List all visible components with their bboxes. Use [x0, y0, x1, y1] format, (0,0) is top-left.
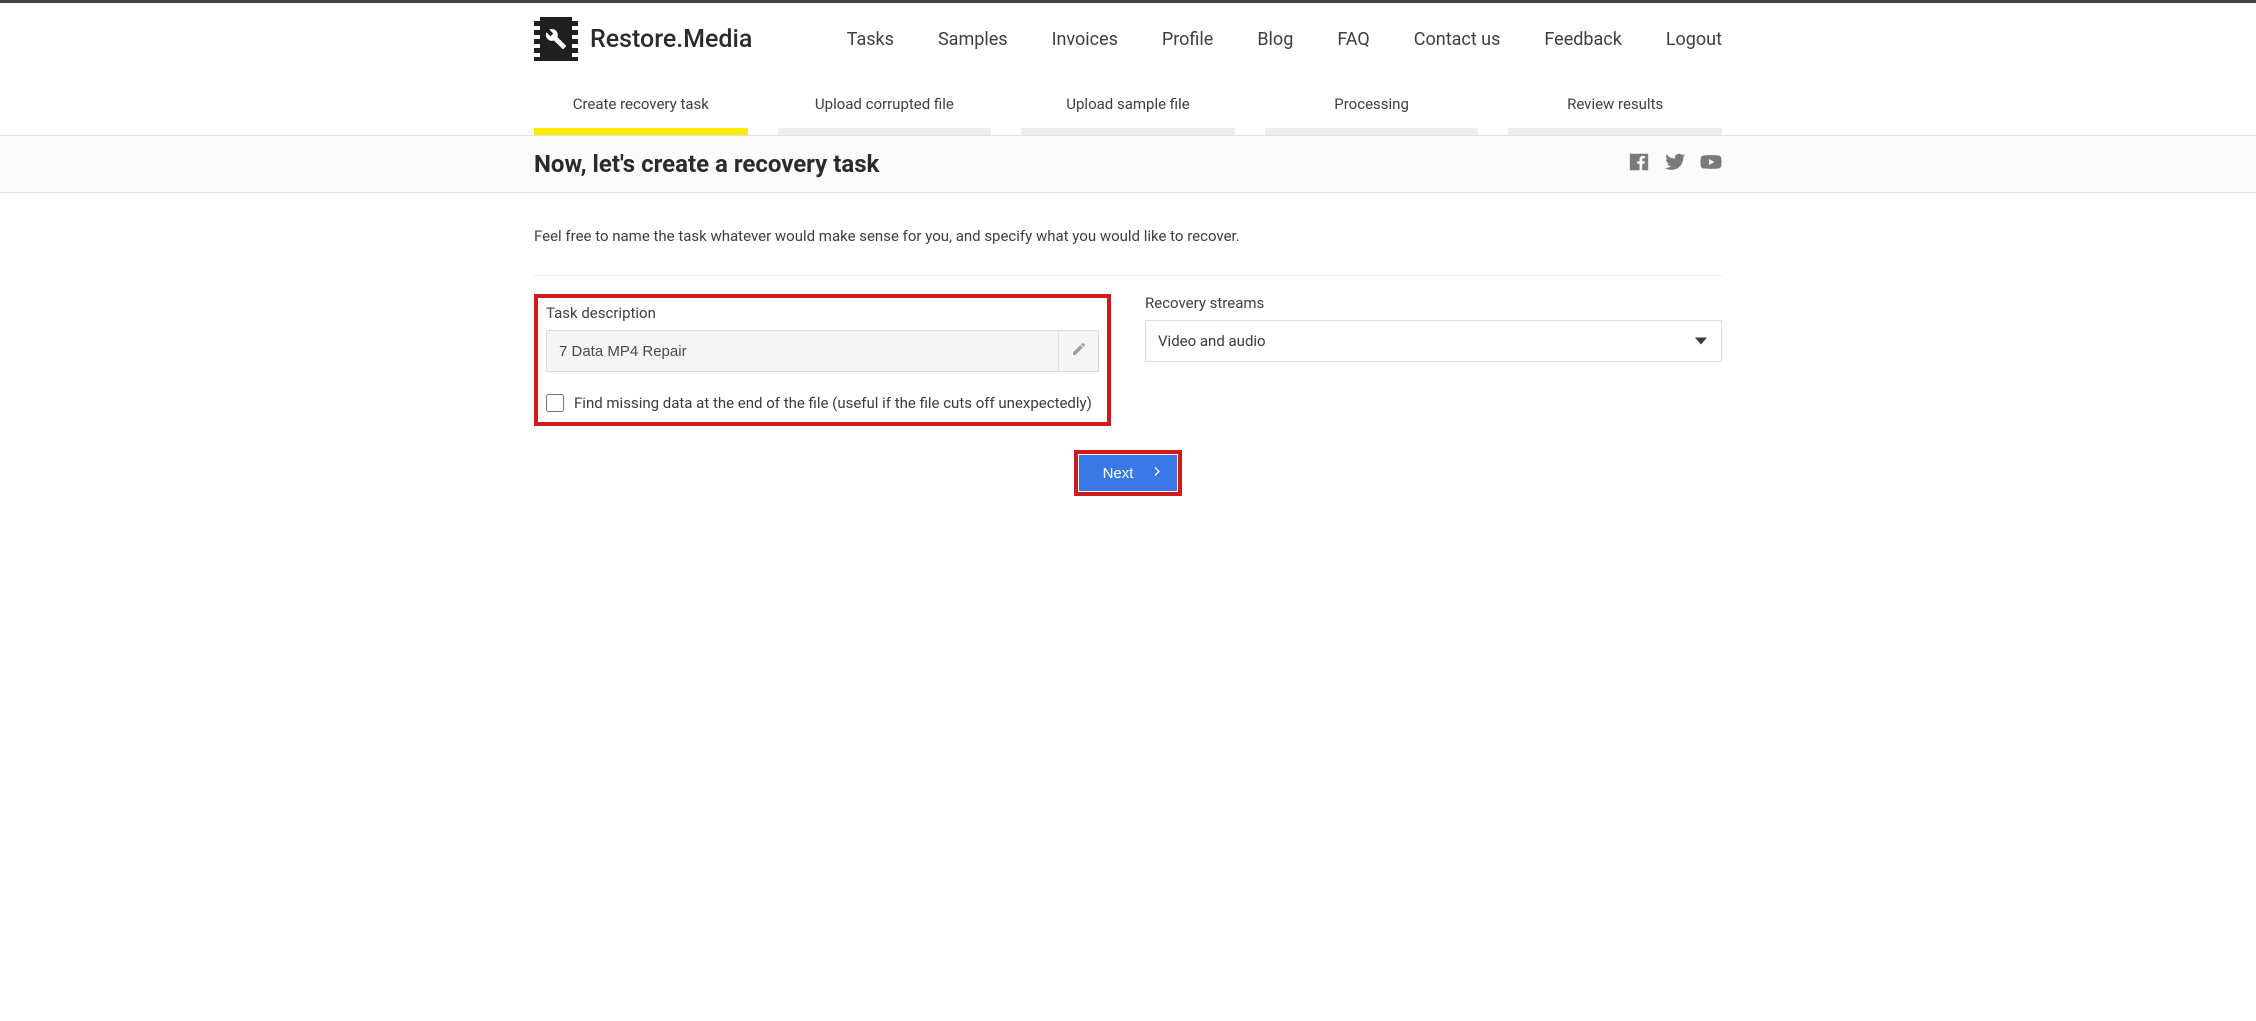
- header: Restore.Media Tasks Samples Invoices Pro…: [534, 3, 1722, 71]
- logo-icon: [534, 17, 578, 61]
- facebook-icon[interactable]: [1628, 151, 1650, 177]
- form-row: Task description Find missing data at th…: [534, 294, 1722, 426]
- youtube-icon[interactable]: [1700, 151, 1722, 177]
- nav-feedback[interactable]: Feedback: [1544, 29, 1621, 50]
- step-upload-sample-file[interactable]: Upload sample file: [1021, 95, 1235, 135]
- recovery-streams-label: Recovery streams: [1145, 294, 1722, 312]
- task-description-highlight: Task description Find missing data at th…: [534, 294, 1111, 426]
- recovery-streams-value: Video and audio: [1158, 332, 1266, 350]
- wizard-steps: Create recovery task Upload corrupted fi…: [534, 71, 1722, 135]
- chevron-right-icon: [1151, 465, 1163, 482]
- nav-contact[interactable]: Contact us: [1414, 29, 1501, 50]
- main-nav: Tasks Samples Invoices Profile Blog FAQ …: [847, 29, 1722, 50]
- nav-tasks[interactable]: Tasks: [847, 29, 894, 50]
- task-description-input-wrap: [546, 330, 1099, 372]
- brand[interactable]: Restore.Media: [534, 17, 752, 61]
- title-strip: Now, let's create a recovery task: [0, 135, 2256, 193]
- next-button-highlight: Next: [1074, 450, 1183, 496]
- step-review-results[interactable]: Review results: [1508, 95, 1722, 135]
- next-button[interactable]: Next: [1079, 455, 1178, 491]
- pencil-icon: [1071, 341, 1087, 361]
- nav-faq[interactable]: FAQ: [1337, 29, 1369, 50]
- nav-samples[interactable]: Samples: [938, 29, 1008, 50]
- nav-logout[interactable]: Logout: [1666, 29, 1722, 50]
- page-title: Now, let's create a recovery task: [534, 150, 879, 178]
- intro-text: Feel free to name the task whatever woul…: [534, 227, 1722, 276]
- nav-blog[interactable]: Blog: [1257, 29, 1293, 50]
- brand-name: Restore.Media: [590, 25, 752, 54]
- step-upload-corrupted-file[interactable]: Upload corrupted file: [778, 95, 992, 135]
- task-description-label: Task description: [546, 304, 1099, 322]
- twitter-icon[interactable]: [1664, 151, 1686, 177]
- task-description-input[interactable]: [547, 331, 1058, 371]
- nav-invoices[interactable]: Invoices: [1052, 29, 1118, 50]
- chevron-down-icon: [1695, 338, 1707, 345]
- find-missing-data-checkbox[interactable]: [546, 394, 564, 412]
- find-missing-data-label: Find missing data at the end of the file…: [574, 394, 1092, 412]
- next-button-label: Next: [1103, 465, 1134, 482]
- step-processing[interactable]: Processing: [1265, 95, 1479, 135]
- recovery-streams-select[interactable]: Video and audio: [1145, 320, 1722, 362]
- edit-task-description-button[interactable]: [1058, 331, 1098, 371]
- step-create-recovery-task[interactable]: Create recovery task: [534, 95, 748, 135]
- find-missing-data-row[interactable]: Find missing data at the end of the file…: [546, 394, 1099, 412]
- social-links: [1628, 151, 1722, 177]
- nav-profile[interactable]: Profile: [1162, 29, 1213, 50]
